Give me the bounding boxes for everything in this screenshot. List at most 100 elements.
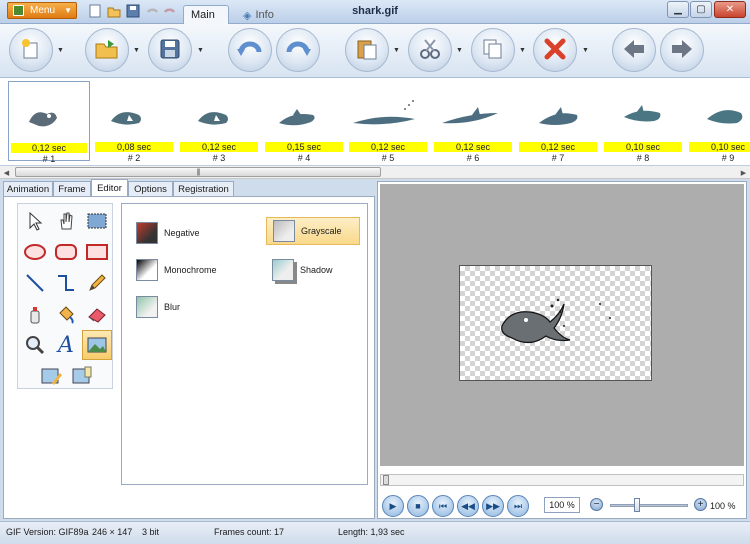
frame-thumbnail[interactable]: 0,12 sec # 1 bbox=[8, 81, 90, 164]
close-button[interactable]: ✕ bbox=[714, 1, 746, 18]
cut-dropdown-icon[interactable]: ▼ bbox=[456, 44, 463, 56]
line-icon[interactable] bbox=[20, 268, 50, 298]
play-icon: ▶ bbox=[389, 500, 397, 511]
undo-button[interactable] bbox=[228, 28, 272, 72]
open-dropdown-icon[interactable]: ▼ bbox=[133, 44, 140, 56]
shark-frame-image bbox=[178, 91, 260, 135]
effect-grayscale[interactable]: Grayscale bbox=[266, 217, 360, 245]
redo-button[interactable] bbox=[276, 28, 320, 72]
polyline-icon[interactable] bbox=[51, 268, 81, 298]
save-icon[interactable] bbox=[126, 4, 140, 18]
frame-delay: 0,12 sec bbox=[11, 143, 87, 153]
tab-options[interactable]: Options bbox=[128, 181, 173, 196]
zoom-out-button[interactable]: − bbox=[590, 498, 603, 511]
rewind-icon: ◀◀ bbox=[461, 500, 475, 511]
paste-button[interactable] bbox=[345, 28, 389, 72]
prev-frame-button[interactable]: ◀◀ bbox=[457, 495, 479, 517]
tab-info[interactable]: ◈ Info bbox=[236, 6, 284, 24]
shark-preview-image bbox=[501, 298, 611, 344]
effect-blur[interactable]: Blur bbox=[130, 293, 230, 321]
play-button[interactable]: ▶ bbox=[382, 495, 404, 517]
redo-icon[interactable] bbox=[162, 4, 176, 18]
open-folder-icon[interactable] bbox=[107, 4, 121, 18]
frame-thumbnail[interactable]: 0,12 sec # 7 bbox=[517, 81, 599, 163]
hand-icon[interactable] bbox=[51, 206, 81, 236]
scrollbar-thumb[interactable]: ||| bbox=[15, 167, 381, 177]
first-frame-button[interactable]: ⏮ bbox=[432, 495, 454, 517]
open-button[interactable] bbox=[85, 28, 129, 72]
pencil-icon[interactable] bbox=[82, 268, 112, 298]
effect-monochrome[interactable]: Monochrome bbox=[130, 256, 230, 284]
frame-thumbnail[interactable]: 0,08 sec # 2 bbox=[93, 81, 175, 163]
undo-icon[interactable] bbox=[145, 4, 159, 18]
text-icon[interactable]: A bbox=[51, 330, 81, 360]
spray-icon[interactable] bbox=[20, 299, 50, 329]
frame-number: # 3 bbox=[212, 153, 226, 163]
arrow-icon[interactable] bbox=[20, 206, 50, 236]
frame-thumbnail[interactable]: 0,10 sec # 8 bbox=[602, 81, 684, 163]
minimize-button[interactable]: ▁ bbox=[667, 1, 689, 18]
new-button[interactable] bbox=[9, 28, 53, 72]
copy-dropdown-icon[interactable]: ▼ bbox=[519, 44, 526, 56]
delete-button[interactable] bbox=[533, 28, 577, 72]
zoom-input[interactable]: 100 % bbox=[544, 497, 580, 513]
zoom-slider[interactable] bbox=[610, 504, 688, 507]
tab-animation[interactable]: Animation bbox=[3, 181, 53, 196]
editor-panel: A Negative Grayscale Monochrome Shadow B… bbox=[3, 196, 375, 519]
stop-button[interactable]: ■ bbox=[407, 495, 429, 517]
copy-button[interactable] bbox=[471, 28, 515, 72]
scroll-left-icon[interactable]: ◀ bbox=[0, 166, 13, 179]
forward-button[interactable] bbox=[660, 28, 704, 72]
frame-thumbnail[interactable]: 0,12 sec # 5 bbox=[347, 81, 429, 163]
tab-editor-label: Editor bbox=[97, 182, 122, 194]
maximize-button[interactable]: ▢ bbox=[690, 1, 712, 18]
effect-shadow[interactable]: Shadow bbox=[266, 256, 360, 284]
next-frame-button[interactable]: ▶▶ bbox=[482, 495, 504, 517]
menu-button[interactable]: Menu ▼ bbox=[7, 2, 77, 19]
tab-main[interactable]: Main bbox=[183, 5, 229, 24]
back-button[interactable] bbox=[612, 28, 656, 72]
frame-thumbnail[interactable]: 0,10 sec # 9 bbox=[687, 81, 750, 163]
preview-canvas[interactable] bbox=[459, 265, 652, 381]
delete-dropdown-icon[interactable]: ▼ bbox=[582, 44, 589, 56]
cut-button[interactable] bbox=[408, 28, 452, 72]
new-file-icon[interactable] bbox=[88, 4, 102, 18]
zoom-input-value: 100 % bbox=[549, 500, 575, 510]
frame-delay: 0,12 sec bbox=[180, 142, 258, 152]
select-icon[interactable] bbox=[82, 206, 112, 236]
effect-negative[interactable]: Negative bbox=[130, 219, 230, 247]
timeline-knob[interactable] bbox=[383, 475, 389, 485]
zoom-icon[interactable] bbox=[20, 330, 50, 360]
frame-thumbnail[interactable]: 0,12 sec # 3 bbox=[178, 81, 260, 163]
tab-frame[interactable]: Frame bbox=[53, 181, 91, 196]
image-icon[interactable] bbox=[82, 330, 112, 360]
zoom-level-label: 100 % bbox=[710, 501, 736, 511]
new-dropdown-icon[interactable]: ▼ bbox=[57, 44, 64, 56]
edit-image-icon[interactable] bbox=[36, 361, 66, 391]
tab-registration[interactable]: Registration bbox=[173, 181, 234, 196]
ellipse-icon[interactable] bbox=[20, 237, 50, 267]
scroll-right-icon[interactable]: ▶ bbox=[737, 166, 750, 179]
zoom-in-button[interactable]: + bbox=[694, 498, 707, 511]
arrow-right-icon bbox=[670, 38, 694, 63]
frame-delay: 0,08 sec bbox=[95, 142, 173, 152]
rounded-rect-icon[interactable] bbox=[51, 237, 81, 267]
tab-editor[interactable]: Editor bbox=[91, 179, 128, 196]
timeline-slider[interactable] bbox=[380, 474, 744, 486]
frames-scrollbar[interactable]: ◀ ||| ▶ bbox=[0, 166, 750, 179]
frame-thumbnail[interactable]: 0,15 sec # 4 bbox=[263, 81, 345, 163]
save-dropdown-icon[interactable]: ▼ bbox=[197, 44, 204, 56]
tab-main-label: Main bbox=[191, 9, 215, 21]
eraser-icon[interactable] bbox=[82, 299, 112, 329]
image-props-icon[interactable] bbox=[67, 361, 97, 391]
zoom-slider-thumb[interactable] bbox=[634, 498, 640, 512]
effect-shadow-label: Shadow bbox=[300, 265, 333, 275]
paste-dropdown-icon[interactable]: ▼ bbox=[393, 44, 400, 56]
last-frame-button[interactable]: ⏭ bbox=[507, 495, 529, 517]
fill-icon[interactable] bbox=[51, 299, 81, 329]
skip-end-icon: ⏭ bbox=[513, 500, 523, 511]
rectangle-icon[interactable] bbox=[82, 237, 112, 267]
frame-thumbnail[interactable]: 0,12 sec # 6 bbox=[432, 81, 514, 163]
save-button[interactable] bbox=[148, 28, 192, 72]
frame-number: # 9 bbox=[721, 153, 735, 163]
